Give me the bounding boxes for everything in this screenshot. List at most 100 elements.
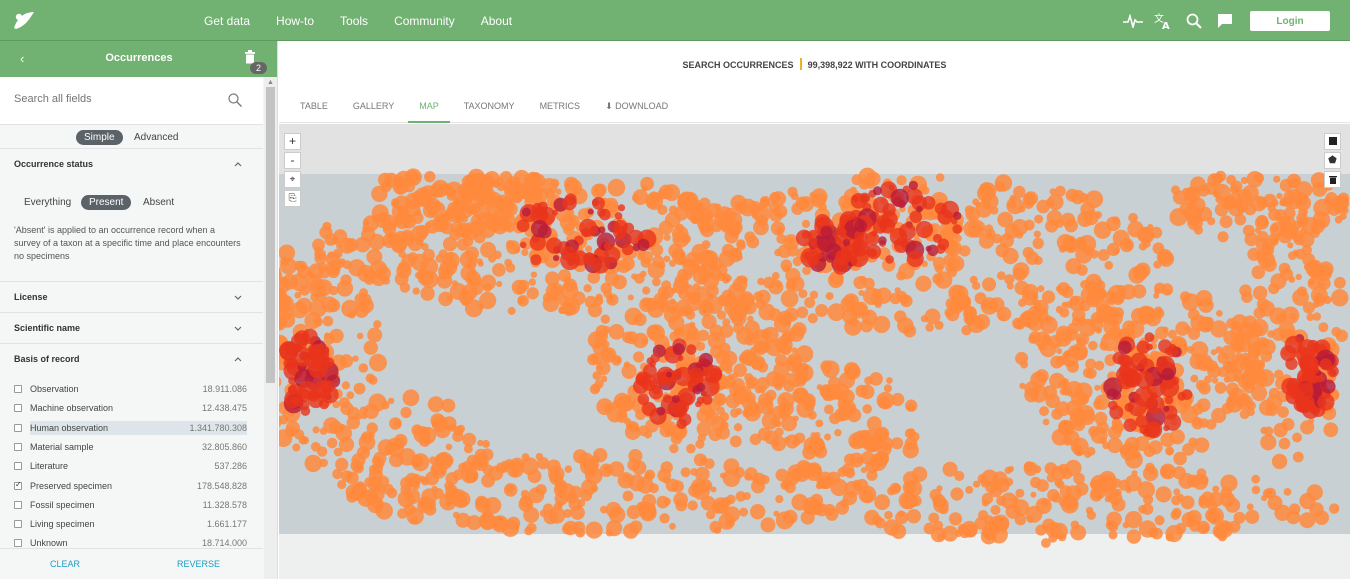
search-all-fields-input[interactable] xyxy=(14,93,214,105)
basis-count: 12.438.475 xyxy=(201,403,247,414)
license-header[interactable]: License xyxy=(0,282,263,312)
basis-checkbox[interactable] xyxy=(14,480,22,490)
basis-checkbox[interactable] xyxy=(14,539,22,548)
search-box xyxy=(0,77,263,125)
mode-advanced-button[interactable]: Advanced xyxy=(126,130,186,145)
occurrence-status-label: Occurrence status xyxy=(14,159,94,169)
status-everything-option[interactable]: Everything xyxy=(16,195,79,210)
basis-of-record-list: Observation 18.911.086 Machine observation… xyxy=(0,374,263,560)
tab-map[interactable]: MAP xyxy=(408,97,450,123)
scientific-name-section[interactable]: Scientific name xyxy=(0,313,263,344)
status-present-option[interactable]: Present xyxy=(81,195,132,210)
basis-of-record-row[interactable]: Material sample 32.805.860 xyxy=(0,438,263,456)
search-icon[interactable] xyxy=(1183,10,1205,32)
sidebar-header: ‹ Occurrences 2 xyxy=(0,41,277,77)
occurrence-status-header[interactable]: Occurrence status xyxy=(0,149,263,179)
results-headline: SEARCH OCCURRENCES 99,398,922 WITH COORDI… xyxy=(279,58,1350,70)
status-absent-option[interactable]: Absent xyxy=(135,195,182,210)
feedback-icon[interactable] xyxy=(1214,10,1236,32)
occurrence-status-section: Occurrence status Everything Present Abs… xyxy=(0,149,263,282)
sidebar-scrollbar[interactable]: ▲ xyxy=(264,77,277,579)
basis-of-record-label: Basis of record xyxy=(14,354,80,364)
nav-about[interactable]: About xyxy=(481,14,512,28)
basis-count: 537.286 xyxy=(214,461,247,472)
basis-label: Observation xyxy=(30,384,79,394)
basis-checkbox[interactable] xyxy=(14,404,22,413)
search-occurrences-label: SEARCH OCCURRENCES xyxy=(682,60,794,70)
mode-simple-button[interactable]: Simple xyxy=(76,130,123,145)
chevron-down-icon[interactable] xyxy=(234,293,242,301)
basis-of-record-row[interactable]: Living specimen 1.661.177 xyxy=(0,515,263,533)
search-icon[interactable] xyxy=(228,93,242,107)
basis-of-record-row[interactable]: Preserved specimen 178.548.828 xyxy=(0,477,263,495)
basis-label: Material sample xyxy=(30,441,94,452)
basis-of-record-row[interactable]: Literature 537.286 xyxy=(0,457,263,475)
license-section[interactable]: License xyxy=(0,282,263,313)
filter-actions: CLEAR REVERSE xyxy=(0,548,263,578)
basis-label: Living specimen xyxy=(30,519,95,530)
basis-label: Human observation xyxy=(30,422,109,433)
basis-count: 11.328.578 xyxy=(202,499,247,510)
nav-tools[interactable]: Tools xyxy=(340,14,368,28)
filter-panel: Simple Advanced Occurrence status Everyt… xyxy=(0,77,263,561)
draw-polygon-icon[interactable]: ⬟ xyxy=(1324,152,1341,169)
tab-table[interactable]: TABLE xyxy=(289,97,339,123)
filter-count-badge: 2 xyxy=(250,62,267,74)
login-button[interactable]: Login xyxy=(1250,11,1330,31)
coordinates-count: 99,398,922 WITH COORDINATES xyxy=(807,60,947,70)
basis-of-record-row[interactable]: Fossil specimen 11.328.578 xyxy=(0,496,263,514)
scroll-up-arrow-icon[interactable]: ▲ xyxy=(267,79,274,86)
license-label: License xyxy=(14,292,48,302)
basis-label: Fossil specimen xyxy=(30,499,95,510)
tab-metrics[interactable]: METRICS xyxy=(529,97,592,123)
delete-shape-icon[interactable] xyxy=(1324,171,1341,188)
scrollbar-thumb[interactable] xyxy=(266,87,275,383)
download-icon: ⬇ xyxy=(605,101,616,111)
basis-count: 1.341.780.308 xyxy=(189,422,247,433)
tab-gallery[interactable]: GALLERY xyxy=(342,97,405,123)
select-tool-icon[interactable]: ⌖ xyxy=(284,171,301,188)
nav-get-data[interactable]: Get data xyxy=(204,14,250,28)
status-description: 'Absent' is applied to an occurrence rec… xyxy=(14,225,241,261)
chevron-up-icon[interactable] xyxy=(234,160,242,168)
zoom-out-button[interactable]: - xyxy=(284,152,301,169)
main-nav: Get data How-to Tools Community About xyxy=(204,0,538,41)
occurrence-map[interactable]: + - ⌖ ⎘ ⬟ xyxy=(279,124,1350,579)
basis-label: Literature xyxy=(30,461,69,472)
basis-checkbox[interactable] xyxy=(14,520,22,529)
basis-of-record-row[interactable]: Machine observation 12.438.475 xyxy=(0,399,263,417)
draw-rectangle-icon[interactable] xyxy=(1324,133,1341,150)
nav-community[interactable]: Community xyxy=(394,14,455,28)
headline-separator xyxy=(799,58,802,70)
main-content: SEARCH OCCURRENCES 99,398,922 WITH COORDI… xyxy=(279,41,1350,579)
basis-checkbox[interactable] xyxy=(14,462,22,471)
basis-label: Unknown xyxy=(30,538,68,549)
chevron-up-icon[interactable] xyxy=(234,355,242,363)
basis-count: 1.661.177 xyxy=(206,519,247,530)
clear-button[interactable]: CLEAR xyxy=(50,559,80,569)
reverse-button[interactable]: REVERSE xyxy=(177,559,220,569)
basis-checkbox[interactable] xyxy=(14,385,22,393)
translate-icon[interactable]: 文A xyxy=(1152,10,1174,32)
tab-taxonomy[interactable]: TAXONOMY xyxy=(453,97,526,123)
basis-of-record-header[interactable]: Basis of record xyxy=(0,344,263,374)
basis-of-record-row[interactable]: Observation 18.911.086 xyxy=(0,380,263,398)
basis-count: 18.714.000 xyxy=(201,538,247,549)
tab-download[interactable]: ⬇ DOWNLOAD xyxy=(594,97,679,123)
svg-text:A: A xyxy=(1162,21,1170,31)
basis-checkbox[interactable] xyxy=(14,423,22,432)
mode-toggle: Simple Advanced xyxy=(0,125,263,149)
paint-tool-icon[interactable]: ⎘ xyxy=(284,190,301,207)
gbif-logo-icon[interactable] xyxy=(10,8,36,32)
results-header: SEARCH OCCURRENCES 99,398,922 WITH COORDI… xyxy=(279,41,1350,123)
basis-of-record-row[interactable]: Human observation 1.341.780.308 xyxy=(0,419,263,437)
activity-icon[interactable] xyxy=(1122,10,1144,32)
scientific-name-header[interactable]: Scientific name xyxy=(0,313,263,343)
basis-checkbox[interactable] xyxy=(14,500,22,509)
map-canvas[interactable] xyxy=(279,124,1350,579)
basis-count: 178.548.828 xyxy=(196,480,247,491)
nav-how-to[interactable]: How-to xyxy=(276,14,314,28)
chevron-down-icon[interactable] xyxy=(234,324,242,332)
zoom-in-button[interactable]: + xyxy=(284,133,301,150)
basis-checkbox[interactable] xyxy=(14,442,22,451)
